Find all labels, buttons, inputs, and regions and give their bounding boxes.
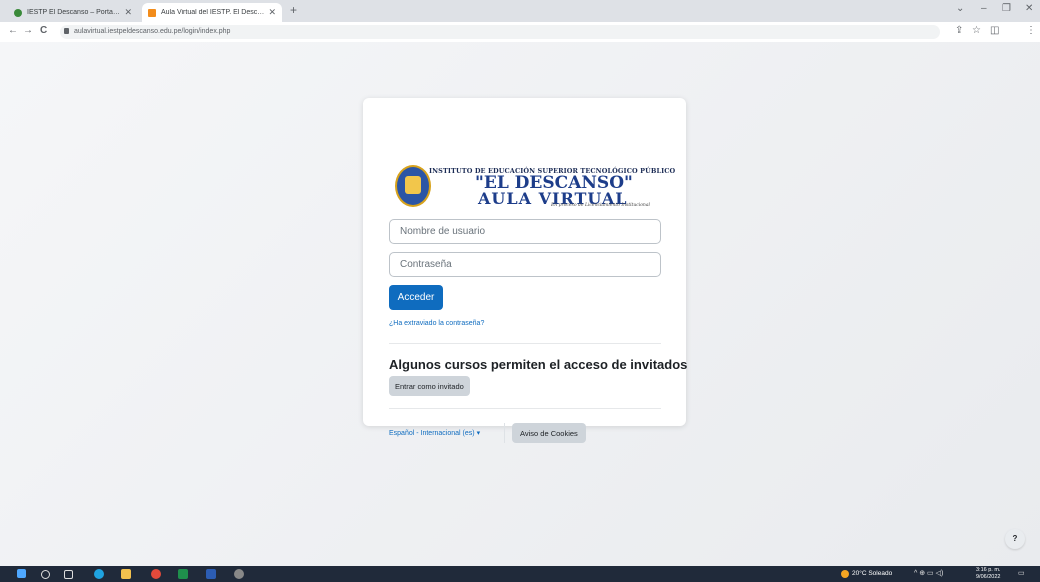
edge-icon[interactable] (94, 569, 104, 579)
tab-close-icon[interactable]: ✕ (124, 7, 132, 18)
clock-date: 9/06/2022 (976, 574, 1001, 580)
lock-icon (64, 28, 69, 34)
guest-login-button[interactable]: Entrar como invitado (389, 376, 470, 396)
language-label: Español - Internacional (es) (389, 430, 475, 437)
username-input[interactable] (389, 219, 661, 244)
bookmark-star-icon[interactable]: ☆ (972, 25, 981, 36)
institution-logo: INSTITUTO DE EDUCACIÓN SUPERIOR TECNOLÓG… (395, 163, 675, 211)
taskbar-clock[interactable]: 3:16 p. m. 9/06/2022 (976, 567, 1000, 581)
search-icon[interactable] (41, 570, 50, 579)
weather-sun-icon (841, 570, 849, 578)
tab-aula-virtual[interactable]: Aula Virtual del IESTP. El Descans ✕ (142, 3, 282, 22)
seal-icon (395, 165, 431, 207)
help-button[interactable]: ? (1005, 529, 1025, 549)
login-button[interactable]: Acceder (389, 285, 443, 310)
browser-tab-bar: IESTP El Descanso – Portal Web I ✕ Aula … (0, 0, 1040, 22)
paint-icon[interactable] (234, 569, 244, 579)
browser-menu-icon[interactable]: ⋮ (1026, 25, 1036, 36)
tab-search-icon[interactable]: ⌄ (956, 3, 964, 14)
windows-start-icon[interactable] (17, 569, 26, 578)
tab-title: IESTP El Descanso – Portal Web I (27, 9, 120, 16)
forward-icon[interactable]: → (23, 25, 33, 36)
reload-icon[interactable]: C (40, 25, 47, 36)
excel-icon[interactable] (178, 569, 188, 579)
task-view-icon[interactable] (64, 570, 73, 579)
tab-portal-web[interactable]: IESTP El Descanso – Portal Web I ✕ (8, 3, 138, 22)
logo-line-tagline: En proceso de Licenciamiento Institucion… (551, 203, 650, 208)
footer-divider (504, 423, 505, 443)
password-input[interactable] (389, 252, 661, 277)
close-window-button[interactable]: ✕ (1025, 3, 1033, 14)
portal-favicon-icon (14, 8, 22, 17)
clock-time: 3:16 p. m. (976, 567, 1001, 573)
tab-title: Aula Virtual del IESTP. El Descans (161, 9, 265, 16)
tab-close-icon[interactable]: ✕ (268, 7, 276, 18)
side-panel-icon[interactable]: ◫ (990, 25, 999, 36)
browser-toolbar: ← → C aulavirtual.iestpeldescanso.edu.pe… (0, 22, 1040, 59)
address-bar[interactable]: aulavirtual.iestpeldescanso.edu.pe/login… (60, 25, 940, 39)
language-selector[interactable]: Español - Internacional (es) ▾ (389, 429, 480, 437)
weather-text[interactable]: 20°C Soleado (852, 570, 892, 577)
share-icon[interactable]: ⇪ (955, 25, 963, 36)
word-icon[interactable] (206, 569, 216, 579)
file-explorer-icon[interactable] (121, 569, 131, 579)
notification-icon[interactable]: ▭ (1018, 569, 1025, 577)
restore-button[interactable]: ❐ (1002, 3, 1011, 14)
windows-taskbar: 20°C Soleado ^ ⊕ ▭ ◁) 3:16 p. m. 9/06/20… (0, 566, 1040, 582)
moodle-favicon-icon (148, 8, 156, 17)
cookies-notice-button[interactable]: Aviso de Cookies (512, 423, 586, 443)
forgot-password-link[interactable]: ¿Ha extraviado la contraseña? (389, 320, 484, 327)
guest-heading: Algunos cursos permiten el acceso de inv… (389, 357, 688, 372)
minimize-button[interactable]: – (981, 3, 987, 14)
divider (389, 343, 661, 344)
divider (389, 408, 661, 409)
back-icon[interactable]: ← (8, 25, 18, 36)
new-tab-button[interactable]: + (290, 3, 297, 17)
chevron-down-icon: ▾ (476, 430, 481, 437)
system-tray-icons[interactable]: ^ ⊕ ▭ ◁) (914, 569, 943, 577)
chrome-icon[interactable] (151, 569, 161, 579)
